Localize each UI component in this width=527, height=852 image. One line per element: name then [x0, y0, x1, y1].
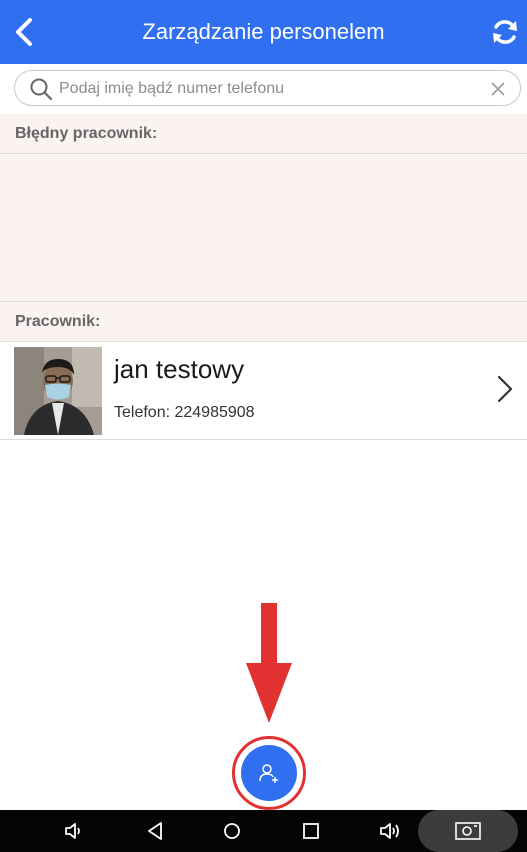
close-icon[interactable] — [486, 77, 510, 101]
section-label-error-employee: Błędny pracownik: — [15, 125, 158, 142]
recents-square-icon[interactable] — [299, 819, 323, 843]
back-triangle-icon[interactable] — [144, 819, 168, 843]
annotation-arrow-icon — [246, 603, 292, 723]
screenshot-button[interactable] — [418, 810, 518, 852]
search-icon — [30, 78, 53, 101]
section-header-error-employee: Błędny pracownik: — [0, 114, 527, 154]
avatar — [14, 347, 102, 435]
error-employee-list-empty — [0, 154, 527, 302]
add-user-icon — [259, 764, 278, 783]
employee-phone: Telefon: 224985908 — [114, 404, 255, 421]
search-area — [0, 64, 527, 114]
employee-name: jan testowy — [114, 354, 245, 384]
refresh-icon[interactable] — [487, 14, 523, 50]
home-circle-icon[interactable] — [220, 819, 244, 843]
volume-down-icon[interactable] — [62, 819, 86, 843]
add-user-button[interactable] — [241, 745, 297, 801]
volume-up-icon[interactable] — [378, 819, 402, 843]
back-icon[interactable] — [8, 14, 44, 50]
search-box[interactable] — [14, 70, 521, 106]
chevron-right-icon[interactable] — [493, 374, 517, 404]
system-nav-bar — [0, 810, 527, 852]
search-input[interactable] — [59, 75, 459, 103]
section-header-employee: Pracownik: — [0, 302, 527, 342]
employee-row[interactable]: jan testowy Telefon: 224985908 — [0, 342, 527, 440]
section-label-employee: Pracownik: — [15, 313, 101, 330]
screenshot-icon — [455, 822, 481, 840]
app-bar: Zarządzanie personelem — [0, 0, 527, 64]
page-title: Zarządzanie personelem — [142, 19, 385, 44]
